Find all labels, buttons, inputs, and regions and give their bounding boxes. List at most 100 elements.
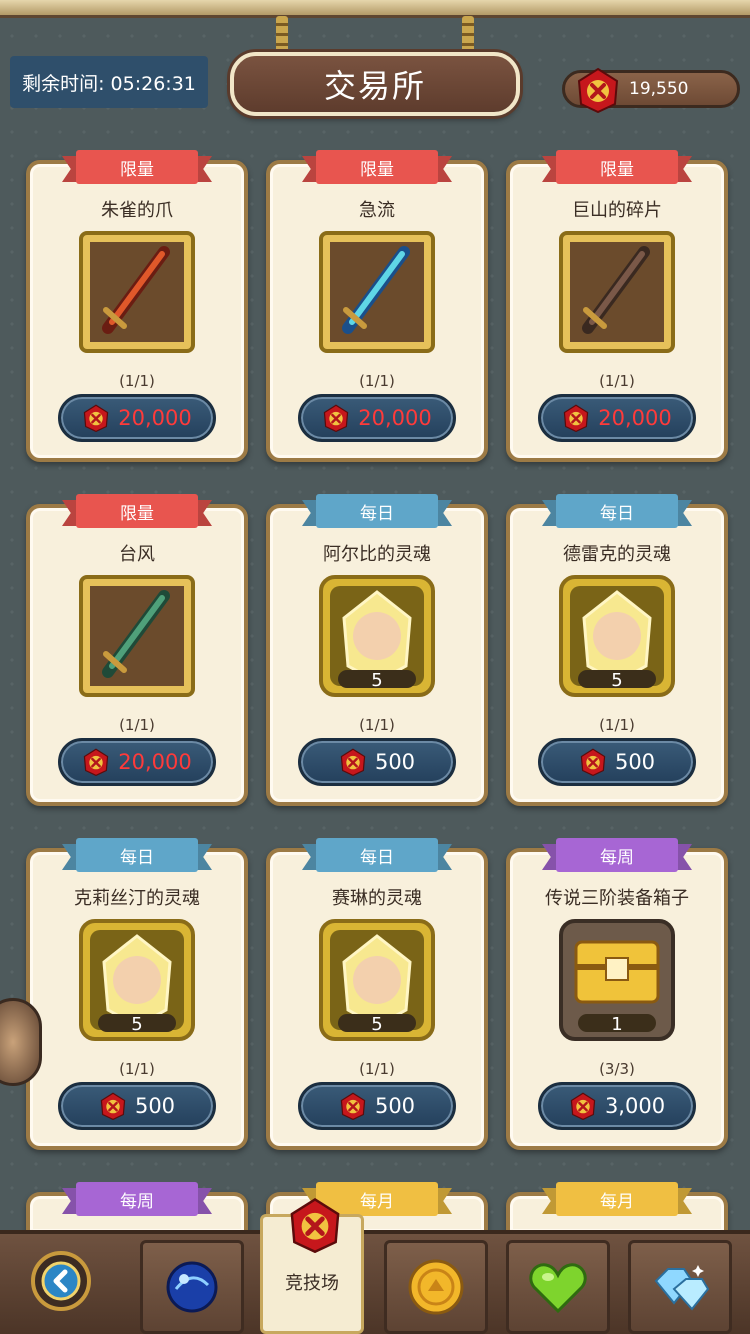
category-ribbon-label: 每日 [120, 847, 154, 868]
item-price: 500 [134, 1094, 176, 1118]
arena-coin-icon [84, 404, 109, 432]
item-icon-frame [78, 574, 196, 698]
arena-coin-icon [290, 1197, 340, 1253]
category-ribbon-label: 每周 [600, 847, 634, 868]
tab-magic-orb[interactable] [140, 1240, 244, 1334]
remaining-time-label: 剩余时间: 05:26:31 [10, 56, 208, 108]
category-ribbon: 每日 [542, 494, 692, 528]
item-icon-frame: 5 [318, 918, 436, 1042]
arena-coin-icon [324, 404, 349, 432]
tab-diamonds[interactable] [628, 1240, 732, 1334]
arena-coin-icon [340, 748, 366, 776]
floating-hero-avatar[interactable] [0, 998, 42, 1086]
tab-heart[interactable] [506, 1240, 610, 1334]
arena-coin-icon [570, 1092, 596, 1120]
item-name: 德雷克的灵魂 [563, 544, 671, 565]
item-name: 克莉丝汀的灵魂 [74, 888, 200, 909]
buy-button[interactable]: 20,000 [58, 394, 216, 442]
purchase-limit: (1/1) [359, 1060, 395, 1078]
tab-arena[interactable]: 竞技场 [260, 1197, 364, 1334]
buy-button[interactable]: 20,000 [298, 394, 456, 442]
currency-amount: 19,550 [629, 79, 689, 99]
category-ribbon: 每日 [62, 838, 212, 872]
purchase-limit: (1/1) [359, 716, 395, 734]
item-icon-frame: 1 [558, 918, 676, 1042]
purchase-limit: (1/1) [119, 372, 155, 390]
category-ribbon-label: 每日 [360, 847, 394, 868]
category-ribbon: 每月 [542, 1182, 692, 1216]
item-price: 20,000 [118, 750, 192, 774]
arena-currency-display: 19,550 [562, 67, 740, 113]
category-ribbon-label: 每周 [120, 1191, 154, 1212]
item-name: 赛琳的灵魂 [332, 888, 422, 909]
arena-coin-icon [580, 748, 606, 776]
item-name: 巨山的碎片 [572, 200, 662, 221]
arena-coin-icon [84, 748, 109, 776]
page-title: 交易所 [230, 52, 520, 116]
green-heart-icon [529, 1263, 587, 1314]
shop-item-card[interactable]: 每日 德雷克的灵魂 5 (1/1) 500 [506, 494, 728, 806]
aqua-sword-icon [319, 231, 435, 353]
item-icon-frame: 5 [78, 918, 196, 1042]
shop-item-card[interactable]: 限量 台风 (1/1) 20,000 [26, 494, 248, 806]
shop-item-card[interactable]: 每周传说三阶装备箱子 1 (3/3) 3,000 [506, 838, 728, 1150]
shop-item-card-partial[interactable]: 每月 [506, 1182, 728, 1232]
category-ribbon-label: 每月 [360, 1191, 394, 1212]
shop-item-card[interactable]: 每日赛琳的灵魂 5 (1/1) 500 [266, 838, 488, 1150]
gold-coin-icon [408, 1259, 464, 1315]
purchase-limit: (1/1) [119, 716, 155, 734]
top-rail [0, 0, 750, 18]
item-name: 朱雀的爪 [101, 200, 173, 221]
buy-button[interactable]: 3,000 [538, 1082, 696, 1130]
category-ribbon: 每日 [302, 838, 452, 872]
purchase-limit: (3/3) [599, 1060, 635, 1078]
category-ribbon-label: 每日 [600, 503, 634, 524]
buy-button[interactable]: 20,000 [58, 738, 216, 786]
diamonds-icon [654, 1265, 710, 1311]
item-quantity: 5 [611, 670, 623, 691]
item-icon-frame [318, 230, 436, 354]
category-ribbon-label: 每月 [600, 1191, 634, 1212]
shop-item-card[interactable]: 限量 巨山的碎片 (1/1) 20,000 [506, 150, 728, 462]
buy-button[interactable]: 500 [298, 738, 456, 786]
purchase-limit: (1/1) [359, 372, 395, 390]
category-ribbon: 限量 [62, 494, 212, 528]
arena-coin-icon [340, 1092, 366, 1120]
category-ribbon: 每日 [302, 494, 452, 528]
arena-coin-icon [100, 1092, 126, 1120]
shop-item-card[interactable]: 每日克莉丝汀的灵魂 5 (1/1) 500 [26, 838, 248, 1150]
item-icon-frame [558, 230, 676, 354]
item-icon-frame: 5 [318, 574, 436, 698]
shop-item-card[interactable]: 限量 急流 (1/1) 20,000 [266, 150, 488, 462]
category-ribbon-label: 限量 [600, 159, 634, 180]
item-price: 20,000 [598, 406, 672, 430]
tab-arena-label: 竞技场 [285, 1273, 339, 1294]
item-quantity: 5 [371, 670, 383, 691]
category-ribbon: 每周 [62, 1182, 212, 1216]
back-button[interactable] [30, 1250, 92, 1312]
buy-button[interactable]: 500 [58, 1082, 216, 1130]
item-price: 500 [374, 1094, 416, 1118]
category-ribbon: 限量 [62, 150, 212, 184]
item-quantity: 5 [371, 1014, 383, 1035]
buy-button[interactable]: 20,000 [538, 394, 696, 442]
buy-button[interactable]: 500 [298, 1082, 456, 1130]
item-name: 传说三阶装备箱子 [545, 888, 689, 909]
stone-sword-icon [559, 231, 675, 353]
category-ribbon: 每周 [542, 838, 692, 872]
item-price: 500 [374, 750, 416, 774]
item-name: 阿尔比的灵魂 [323, 544, 431, 565]
arena-coin-icon [564, 404, 589, 432]
item-icon-frame: 5 [558, 574, 676, 698]
category-ribbon-label: 限量 [120, 503, 154, 524]
shop-item-card[interactable]: 限量朱雀的爪 (1/1) 20,000 [26, 150, 248, 462]
shop-item-card-partial[interactable]: 每周 [26, 1182, 248, 1232]
category-ribbon: 限量 [302, 150, 452, 184]
item-price: 20,000 [118, 406, 192, 430]
shop-item-card[interactable]: 每日阿尔比的灵魂 5 (1/1) 500 [266, 494, 488, 806]
purchase-limit: (1/1) [119, 1060, 155, 1078]
category-ribbon-label: 限量 [360, 159, 394, 180]
item-icon-frame [78, 230, 196, 354]
buy-button[interactable]: 500 [538, 738, 696, 786]
tab-gold-coin[interactable] [384, 1240, 488, 1334]
